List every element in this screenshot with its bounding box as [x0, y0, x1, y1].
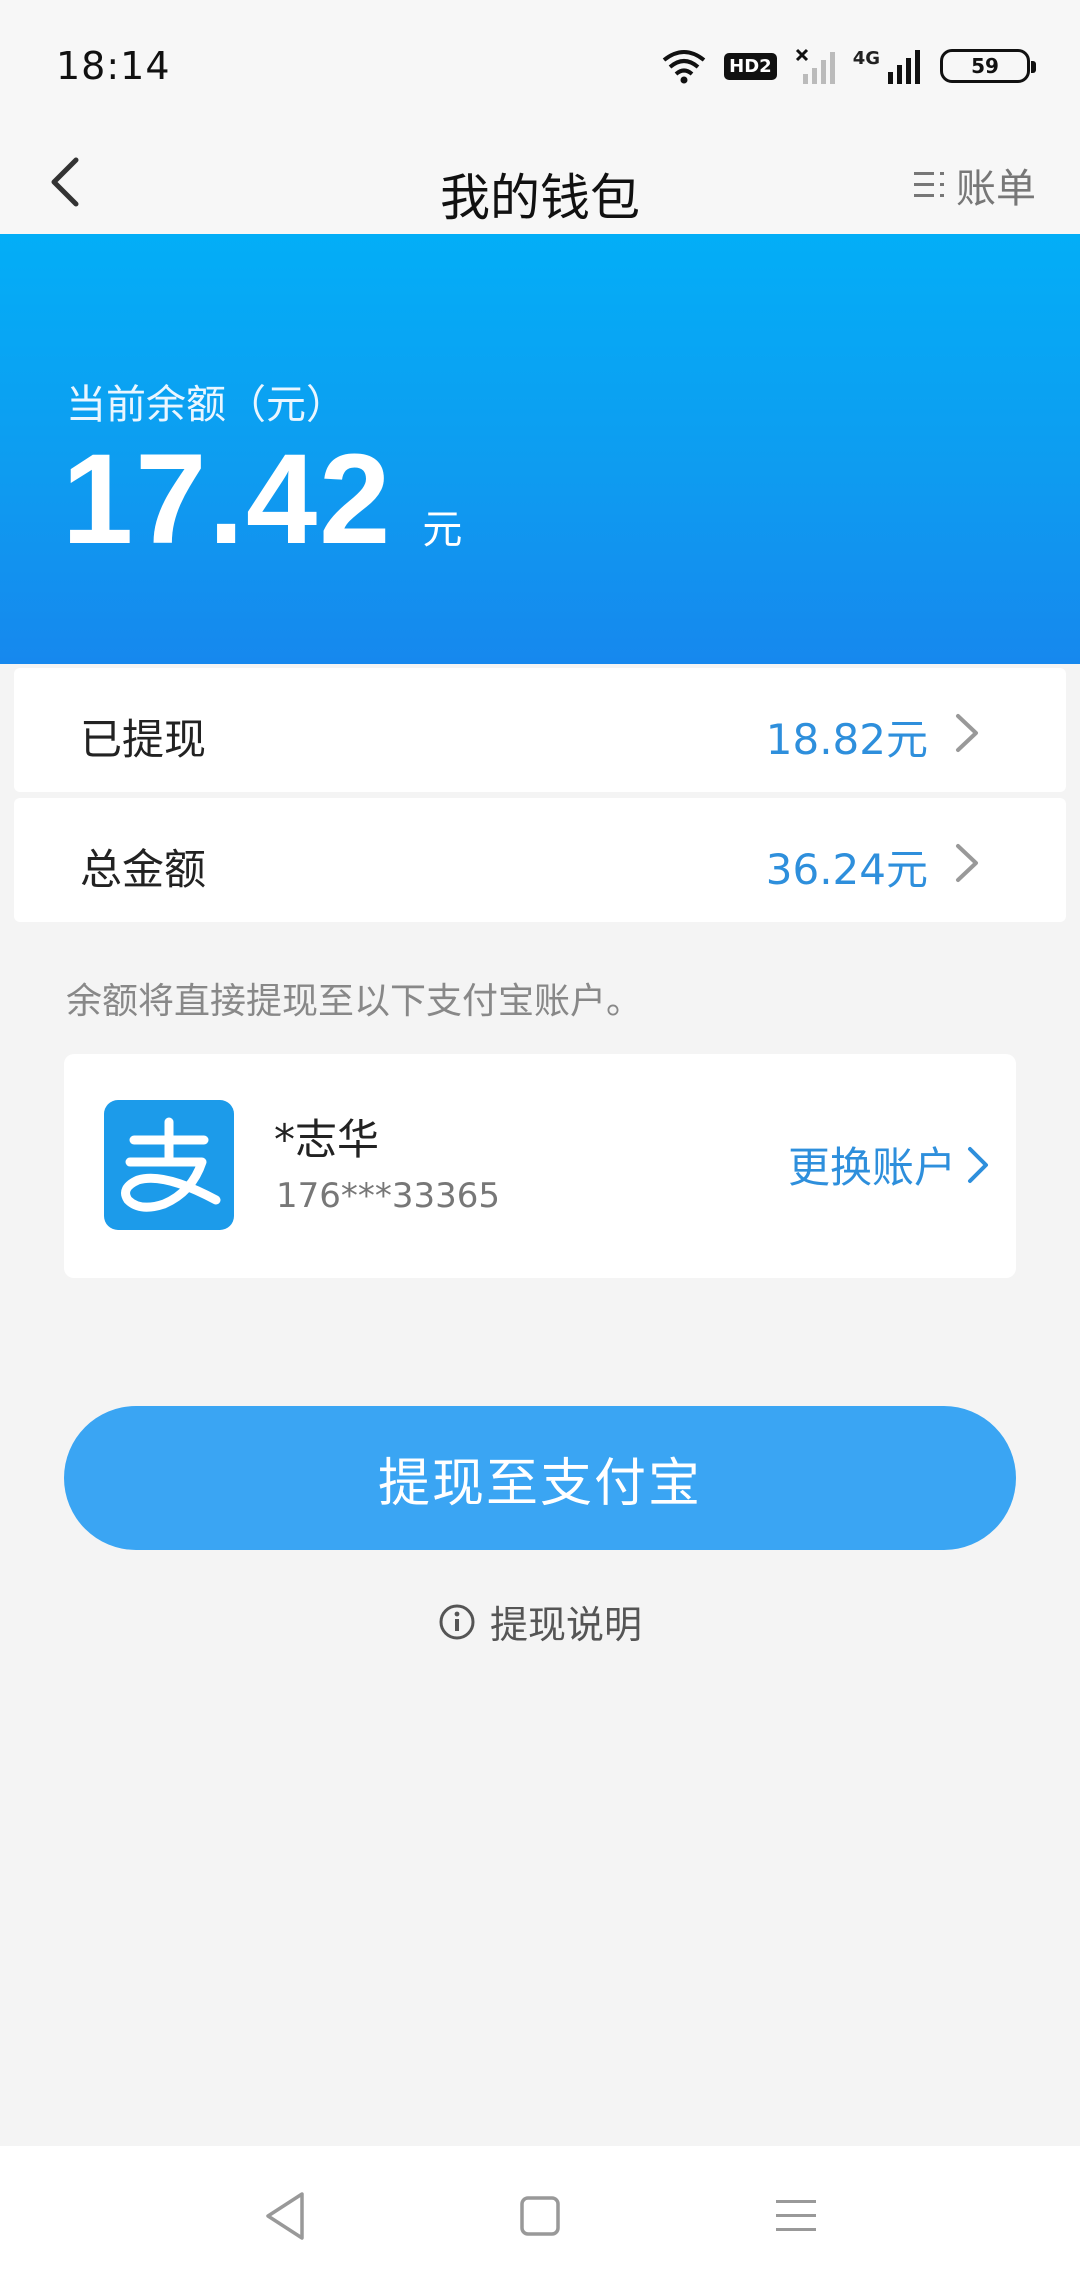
bill-button[interactable]: 账单: [912, 160, 1036, 212]
total-amount-row[interactable]: 总金额 36.24元: [14, 798, 1066, 922]
battery-indicator: 59: [940, 49, 1036, 83]
system-navigation-bar: [0, 2146, 1080, 2280]
chevron-right-icon: [956, 844, 978, 882]
home-square-icon[interactable]: [510, 2188, 570, 2244]
chevron-right-icon: [968, 1146, 988, 1183]
info-icon: [439, 1604, 475, 1639]
status-time: 18:14: [56, 44, 171, 88]
back-triangle-icon[interactable]: [256, 2188, 316, 2244]
total-amount-label: 总金额: [80, 845, 207, 894]
balance-amount: 17.42 元: [62, 426, 462, 573]
alipay-account-card: *志华 176***33365 更换账户: [64, 1054, 1016, 1278]
battery-level: 59: [971, 54, 999, 78]
menu-lines-icon[interactable]: [766, 2188, 826, 2244]
account-name: *志华: [274, 1115, 380, 1164]
balance-hero: 当前余额（元） 17.42 元: [0, 234, 1080, 664]
withdraw-to-alipay-button[interactable]: 提现至支付宝: [64, 1406, 1016, 1550]
account-phone: 176***33365: [276, 1176, 501, 1216]
withdraw-explanation-label: 提现说明: [489, 1603, 642, 1647]
withdraw-hint: 余额将直接提现至以下支付宝账户。: [66, 981, 643, 1022]
chevron-right-icon: [956, 714, 978, 752]
balance-unit: 元: [422, 507, 463, 553]
signal-no-sim-icon: [795, 48, 835, 84]
balance-label: 当前余额（元）: [66, 382, 346, 428]
alipay-logo-icon: [104, 1100, 234, 1230]
navigation-bar: 我的钱包 账单: [0, 130, 1080, 234]
network-type-label: 4G: [852, 47, 880, 69]
status-icons: HD2 4G 59: [662, 46, 1036, 86]
total-amount-value: 36.24元: [765, 845, 928, 894]
withdrawn-value: 18.82元: [765, 715, 928, 764]
list-icon: [914, 172, 944, 197]
bill-label: 账单: [956, 166, 1036, 212]
withdrawn-label: 已提现: [80, 715, 207, 764]
withdraw-explanation-link[interactable]: 提现说明: [0, 1594, 1080, 1649]
change-account-label: 更换账户: [787, 1143, 956, 1192]
change-account-button[interactable]: 更换账户: [788, 1134, 992, 1195]
wifi-icon: [662, 50, 706, 84]
signal-strength-icon: [888, 50, 920, 84]
status-bar: 18:14 HD2 4G 59: [0, 0, 1080, 130]
hd-voice-badge: HD2: [724, 52, 777, 80]
withdrawn-row[interactable]: 已提现 18.82元: [14, 668, 1066, 792]
balance-value: 17.42: [62, 428, 393, 571]
